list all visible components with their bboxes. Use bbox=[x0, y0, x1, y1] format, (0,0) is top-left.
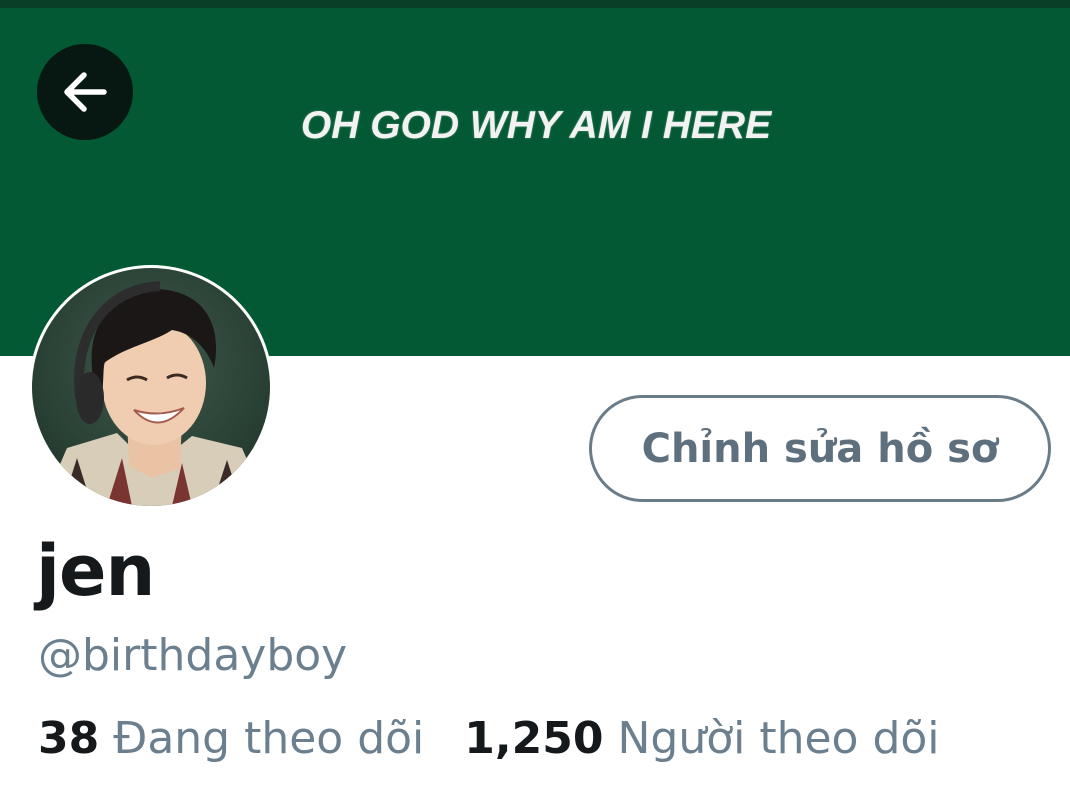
avatar[interactable] bbox=[29, 265, 273, 509]
following-link[interactable]: 38 Đang theo dõi bbox=[38, 717, 424, 761]
banner-caption: OH GOD WHY AM I HERE bbox=[300, 104, 772, 147]
edit-profile-button[interactable]: Chỉnh sửa hồ sơ bbox=[589, 395, 1051, 502]
followers-link[interactable]: 1,250 Người theo dõi bbox=[464, 717, 939, 761]
back-button[interactable] bbox=[37, 44, 133, 140]
profile-page: OH GOD WHY AM I HERE Chỉnh sửa hồ sơ jen… bbox=[0, 0, 1070, 802]
display-name: jen bbox=[36, 530, 155, 612]
avatar-photo bbox=[32, 268, 270, 506]
follow-stats: 38 Đang theo dõi 1,250 Người theo dõi bbox=[38, 717, 940, 761]
username-handle: @birthdayboy bbox=[38, 630, 348, 681]
following-label: Đang theo dõi bbox=[113, 713, 425, 764]
arrow-left-icon bbox=[58, 65, 112, 119]
status-strip bbox=[0, 0, 1070, 8]
followers-label: Người theo dõi bbox=[617, 713, 940, 764]
followers-count: 1,250 bbox=[464, 713, 604, 764]
following-count: 38 bbox=[38, 713, 100, 764]
